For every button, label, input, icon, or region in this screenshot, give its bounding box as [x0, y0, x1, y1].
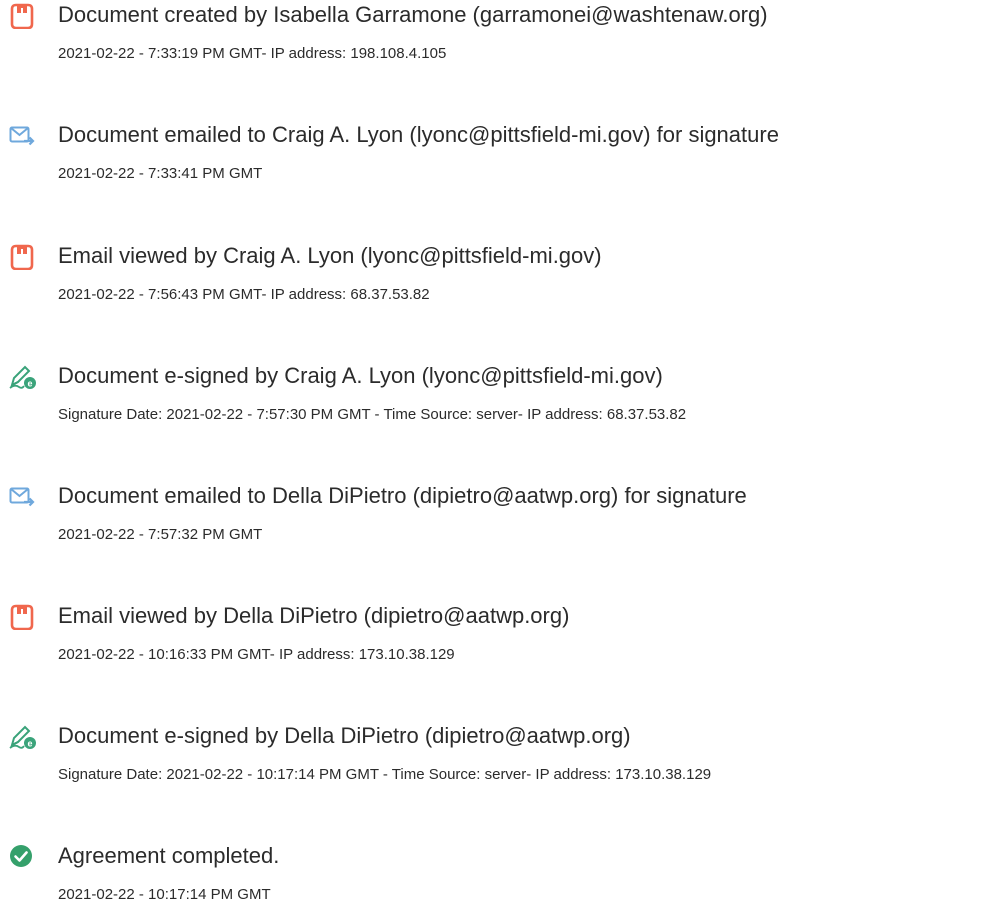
- event-detail: 2021-02-22 - 7:33:41 PM GMT: [58, 165, 263, 182]
- event-title: Document e-signed by Della DiPietro (dip…: [58, 723, 631, 748]
- event-title: Email viewed by Della DiPietro (dipietro…: [58, 603, 570, 628]
- event-title: Document e-signed by Craig A. Lyon (lyon…: [58, 363, 663, 388]
- email-sent-icon: [9, 123, 35, 149]
- e-signed-icon: e: [9, 364, 36, 390]
- svg-text:e: e: [27, 379, 32, 389]
- event-title: Agreement completed.: [58, 843, 280, 868]
- event-detail: 2021-02-22 - 10:17:14 PM GMT: [58, 886, 271, 903]
- event-title: Document emailed to Craig A. Lyon (lyonc…: [58, 122, 779, 147]
- document-viewed-icon: [9, 244, 35, 270]
- document-created-icon: [9, 3, 35, 29]
- svg-text:e: e: [27, 739, 32, 749]
- event-detail: Signature Date: 2021-02-22 - 10:17:14 PM…: [58, 766, 712, 783]
- event-detail: Signature Date: 2021-02-22 - 7:57:30 PM …: [58, 406, 687, 423]
- document-viewed-icon: [9, 604, 35, 630]
- completed-check-icon: [9, 844, 35, 870]
- e-signed-icon: e: [9, 724, 36, 750]
- event-title: Document created by Isabella Garramone (…: [58, 2, 768, 27]
- event-title: Email viewed by Craig A. Lyon (lyonc@pit…: [58, 243, 602, 268]
- event-detail: 2021-02-22 - 7:57:32 PM GMT: [58, 526, 263, 543]
- event-title: Document emailed to Della DiPietro (dipi…: [58, 483, 747, 508]
- event-detail: 2021-02-22 - 7:56:43 PM GMT- IP address:…: [58, 286, 430, 303]
- event-detail: 2021-02-22 - 7:33:19 PM GMT- IP address:…: [58, 45, 447, 62]
- email-sent-icon: [9, 484, 35, 510]
- event-detail: 2021-02-22 - 10:16:33 PM GMT- IP address…: [58, 646, 455, 663]
